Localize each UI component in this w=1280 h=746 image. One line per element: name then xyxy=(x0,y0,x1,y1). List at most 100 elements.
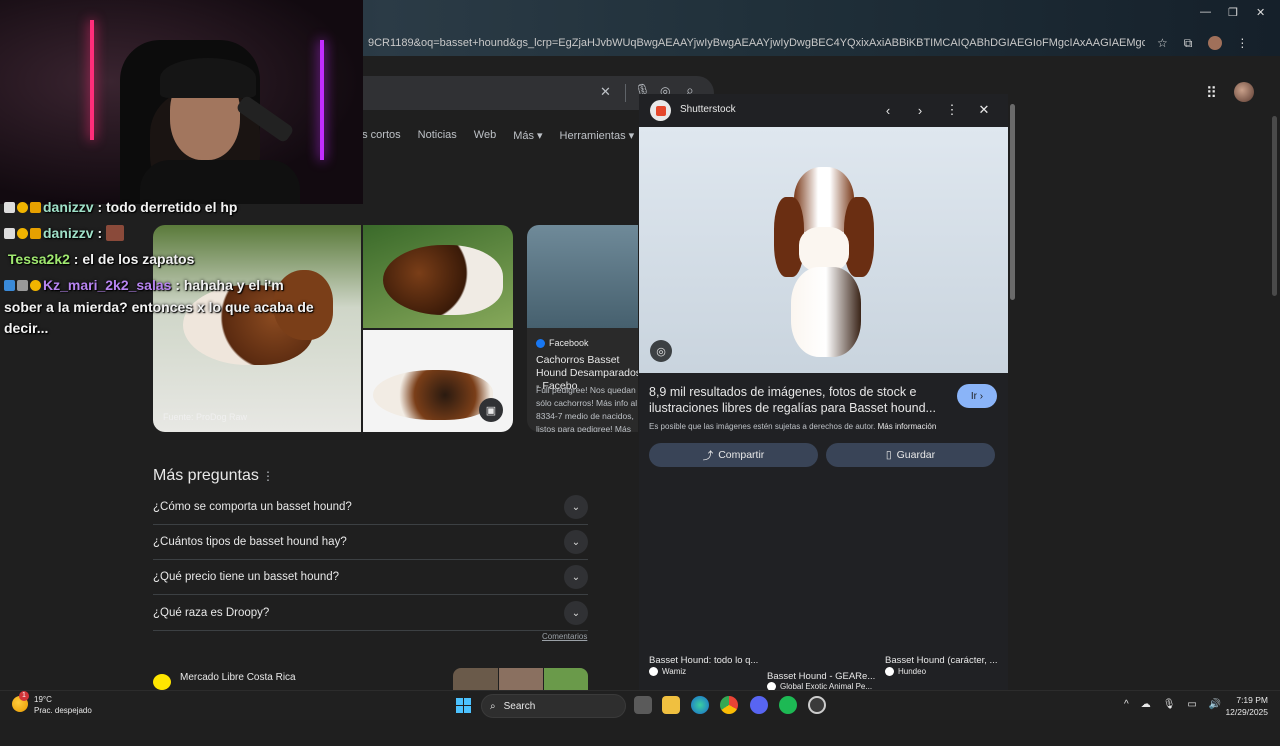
bookmark-icon: ▯ xyxy=(885,449,892,461)
mercadolibre-logo xyxy=(153,674,171,690)
image-result-basset-grass[interactable] xyxy=(363,225,513,328)
obs-icon[interactable] xyxy=(808,696,826,714)
chat-message: danizzv : xyxy=(4,225,126,241)
result-thumbnail xyxy=(453,668,498,690)
more-menu-icon[interactable]: ⋮ xyxy=(1236,36,1248,50)
result-card-facebook[interactable]: Facebook Cachorros Basset Hound Desampar… xyxy=(527,225,638,432)
chat-username: danizzv xyxy=(43,199,94,215)
badge-icon xyxy=(30,202,41,213)
search-tabs: os cortos Noticias Web Más ▾ Herramienta… xyxy=(356,129,634,142)
question-item[interactable]: ¿Qué raza es Droopy? ⌄ xyxy=(153,596,588,631)
save-label: Guardar xyxy=(896,449,936,461)
clock[interactable]: 7:19 PM 12/29/2025 xyxy=(1222,694,1268,718)
related-title[interactable]: Basset Hound: todo lo q... xyxy=(649,655,764,666)
chat-message: Kz_mari_2k2_salas : hahaha y el i'm xyxy=(4,277,284,293)
maximize-button[interactable]: ❐ xyxy=(1228,6,1238,19)
result-site-name[interactable]: Mercado Libre Costa Rica xyxy=(180,672,296,683)
edge-icon[interactable] xyxy=(691,696,709,714)
scrollbar-thumb[interactable] xyxy=(1010,104,1015,300)
account-avatar[interactable] xyxy=(1234,82,1254,102)
bookmark-star-icon[interactable]: ☆ xyxy=(1157,36,1168,50)
chat-text: : hahaha y el i'm xyxy=(175,277,284,293)
previous-icon[interactable]: ‹ xyxy=(878,100,898,120)
badge-icon xyxy=(4,228,15,239)
close-icon[interactable]: ✕ xyxy=(974,100,994,120)
chat-username: Kz_mari_2k2_salas xyxy=(43,277,172,293)
question-item[interactable]: ¿Cuántos tipos de basset hound hay? ⌄ xyxy=(153,525,588,560)
page-scrollbar[interactable] xyxy=(1270,116,1278,746)
question-item[interactable]: ¿Qué precio tiene un basset hound? ⌄ xyxy=(153,560,588,595)
discord-icon[interactable] xyxy=(750,696,768,714)
divider xyxy=(625,84,626,102)
clear-icon[interactable]: ✕ xyxy=(600,84,611,100)
chevron-down-icon[interactable]: ⌄ xyxy=(564,601,588,625)
search-icon: ⌕ xyxy=(490,700,496,712)
streamer-cap xyxy=(160,58,256,98)
network-icon[interactable]: ▭ xyxy=(1187,699,1196,710)
chevron-up-icon[interactable]: ^ xyxy=(1124,699,1129,710)
share-label: Compartir xyxy=(718,449,765,461)
image-preview-icon[interactable]: ▣ xyxy=(479,398,503,422)
chevron-down-icon[interactable]: ⌄ xyxy=(564,495,588,519)
taskbar-search[interactable]: ⌕ Search xyxy=(481,694,626,718)
chevron-down-icon[interactable]: ⌄ xyxy=(564,530,588,554)
question-text: ¿Qué raza es Droopy? xyxy=(153,607,270,619)
badge-icon xyxy=(4,280,15,291)
notification-badge: 1 xyxy=(19,691,29,701)
neon-light xyxy=(90,20,94,140)
lens-search-icon[interactable]: ◎ xyxy=(650,340,672,362)
onedrive-icon[interactable]: ☁ xyxy=(1141,699,1151,710)
image-source-label: Fuente: ProDog Raw xyxy=(163,412,248,422)
chat-message: danizzv : todo derretido el hp xyxy=(4,199,237,215)
chat-text: : el de los zapatos xyxy=(73,251,195,267)
scrollbar-thumb[interactable] xyxy=(1272,116,1277,296)
go-button[interactable]: Ir › xyxy=(957,384,997,408)
save-button[interactable]: ▯ Guardar xyxy=(826,443,995,467)
chat-text: : xyxy=(97,225,103,241)
start-button[interactable] xyxy=(456,698,471,713)
task-view-icon[interactable] xyxy=(634,696,652,714)
close-window-button[interactable]: ✕ xyxy=(1256,6,1265,19)
chevron-down-icon[interactable]: ⌄ xyxy=(564,565,588,589)
tab-more[interactable]: Más ▾ xyxy=(513,129,542,142)
more-options-icon[interactable]: ⋮ xyxy=(262,469,274,483)
apps-grid-icon[interactable]: ⠿ xyxy=(1206,84,1217,102)
tab-tools[interactable]: Herramientas ▾ xyxy=(560,129,635,142)
share-button[interactable]: ⤴ Compartir xyxy=(649,443,818,467)
facebook-result-image xyxy=(527,225,638,328)
panel-title[interactable]: 8,9 mil resultados de imágenes, fotos de… xyxy=(649,384,939,416)
related-title[interactable]: Basset Hound - GEARe... xyxy=(767,671,882,682)
chat-text-line: decir... xyxy=(4,320,49,336)
feedback-link[interactable]: Comentarios xyxy=(542,632,587,641)
tab-news[interactable]: Noticias xyxy=(418,129,457,142)
file-explorer-icon[interactable] xyxy=(662,696,680,714)
address-bar[interactable]: 9CR1189&oq=basset+hound&gs_lcrp=EgZjaHJv… xyxy=(360,30,1280,56)
panel-source[interactable]: Shutterstock xyxy=(680,104,736,115)
date: 12/29/2025 xyxy=(1225,707,1268,717)
url-text[interactable]: 9CR1189&oq=basset+hound&gs_lcrp=EgZjaHJv… xyxy=(360,37,1145,49)
next-icon[interactable]: › xyxy=(910,100,930,120)
result-thumbnail xyxy=(499,668,543,690)
tab-web[interactable]: Web xyxy=(474,129,496,142)
volume-icon[interactable]: 🔊 xyxy=(1209,699,1221,710)
image-result-basset-white[interactable]: ▣ xyxy=(363,330,513,432)
copyright-note: Es posible que las imágenes estén sujeta… xyxy=(649,422,936,431)
profile-avatar[interactable] xyxy=(1208,36,1223,50)
related-title[interactable]: Basset Hound (carácter, ... xyxy=(885,655,1000,666)
panel-scrollbar[interactable] xyxy=(1008,96,1016,686)
minimize-button[interactable]: — xyxy=(1200,6,1211,18)
preview-image[interactable]: ◎ xyxy=(639,127,1008,373)
temperature: 19°C xyxy=(34,695,52,704)
question-text: ¿Cuántos tipos de basset hound hay? xyxy=(153,536,347,548)
time: 7:19 PM xyxy=(1236,695,1268,705)
badge-icon xyxy=(30,280,41,291)
question-item[interactable]: ¿Cómo se comporta un basset hound? ⌄ xyxy=(153,490,588,525)
more-info-link[interactable]: Más información xyxy=(878,422,937,431)
next-result[interactable]: Mercado Libre Costa Rica xyxy=(153,668,593,690)
chrome-icon[interactable] xyxy=(720,696,738,714)
facebook-result-description: Full pedigree! Nos quedan sólo cachorros… xyxy=(536,385,638,432)
microphone-icon[interactable]: 🎙 xyxy=(1163,699,1176,710)
spotify-icon[interactable] xyxy=(779,696,797,714)
more-options-icon[interactable]: ⋮ xyxy=(942,100,962,120)
extensions-icon[interactable]: ⧉ xyxy=(1184,36,1193,51)
